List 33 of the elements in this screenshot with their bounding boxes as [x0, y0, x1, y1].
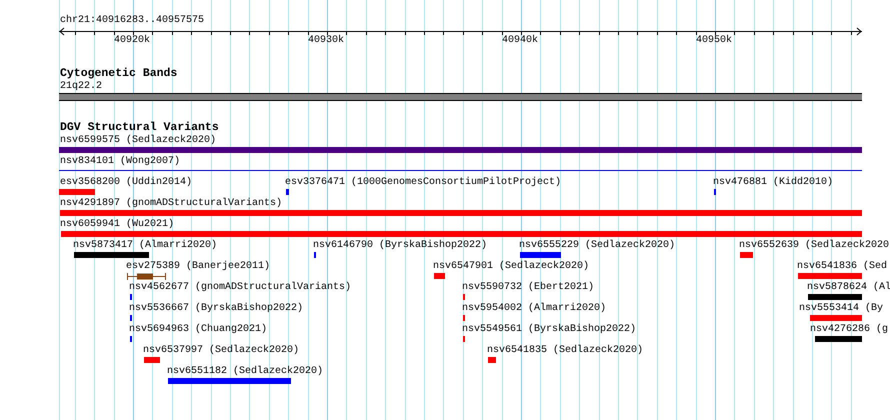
variant-label: nsv834101 (Wong2007) [60, 156, 180, 167]
variant-label: nsv4562677 (gnomADStructuralVariants) [129, 282, 352, 293]
variant-label: nsv6059941 (Wu2021) [60, 219, 174, 230]
variant-label: nsv5954002 (Almarri2020) [462, 303, 606, 314]
variant-label: esv3376471 (1000GenomesConsortiumPilotProject) [285, 177, 562, 188]
variant-label: nsv4291897 (gnomADStructuralVariants) [60, 198, 282, 209]
variant-label: nsv6552639 (Sedlazeck2020 [739, 240, 890, 251]
variant-label: nsv6541835 (Sedlazeck2020) [487, 345, 644, 356]
variant-label: nsv6551182 (Sedlazeck2020) [167, 366, 324, 377]
track-title: Cytogenetic Bands [60, 68, 178, 80]
variant-label: nsv6555229 (Sedlazeck2020) [519, 240, 676, 251]
variant-label: esv3568200 (Uddin2014) [60, 177, 192, 188]
variant-label: nsv6146790 (ByrskaBishop2022) [313, 240, 488, 251]
tick-label: 40940k [502, 35, 538, 46]
variant-label: esv275389 (Banerjee2011) [126, 261, 270, 272]
tick-label: 40930k [308, 35, 344, 46]
variant-label: nsv6541836 (Sed [797, 261, 888, 272]
tick-label: 40950k [696, 35, 732, 46]
variant-label: nsv5549561 (ByrskaBishop2022) [462, 324, 636, 335]
variant-label: nsv6537997 (Sedlazeck2020) [143, 345, 300, 356]
variant-label: nsv5553414 (By [799, 303, 884, 314]
locus-label: chr21:40916283..40957575 [60, 15, 204, 26]
variant-label: nsv6599575 (Sedlazeck2020) [60, 135, 216, 146]
track-title: DGV Structural Variants [60, 122, 219, 134]
variant-label: nsv5873417 (Almarri2020) [73, 240, 218, 251]
band-label: 21q22.2 [60, 81, 102, 92]
variant-label: nsv5590732 (Ebert2021) [462, 282, 594, 293]
tick-label: 40920k [114, 35, 150, 46]
variant-label: nsv6547901 (Sedlazeck2020) [433, 261, 590, 272]
variant-label: nsv476881 (Kidd2010) [713, 177, 834, 188]
variant-label: nsv5536667 (ByrskaBishop2022) [129, 303, 304, 314]
variant-label: nsv4276286 (g [810, 324, 888, 335]
variant-label: nsv5694963 (Chuang2021) [129, 324, 268, 335]
